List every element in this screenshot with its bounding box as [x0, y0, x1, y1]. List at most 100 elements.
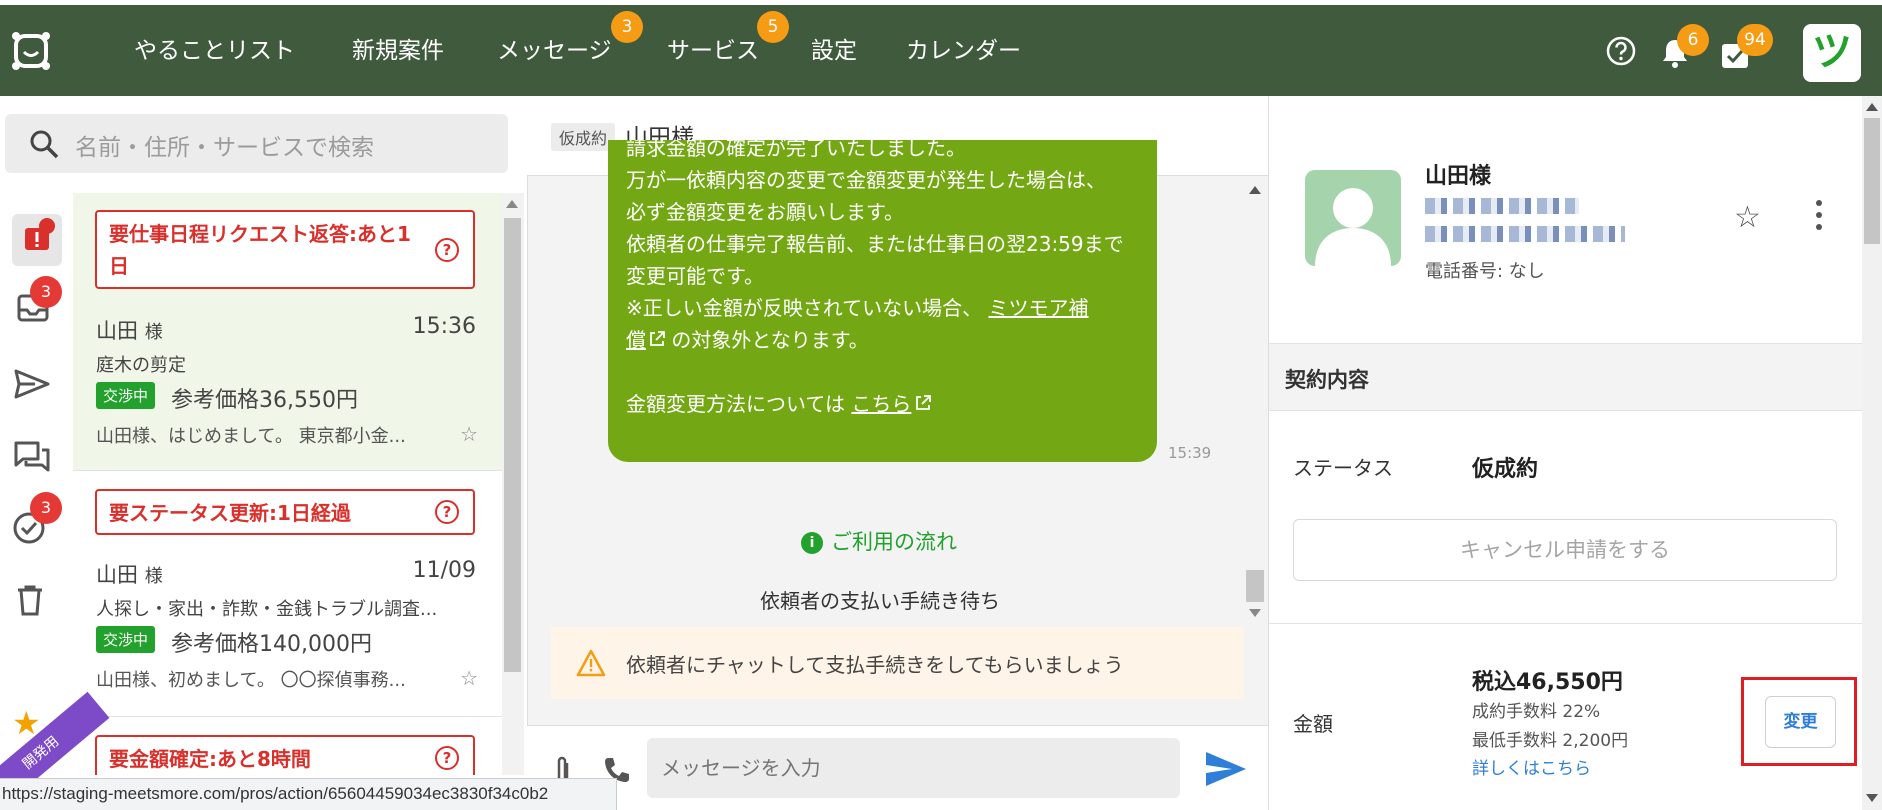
- search-input[interactable]: 名前・住所・サービスで検索: [5, 114, 508, 173]
- top-navigation-bar: やることリスト 新規案件 メッセージ 3 サービス 5 設定 カレンダー 6 9…: [0, 5, 1882, 96]
- chat-scroll-down-icon[interactable]: [1249, 609, 1261, 617]
- usage-flow-link[interactable]: i ご利用の流れ: [801, 526, 957, 556]
- person-placeholder-icon: [1315, 188, 1391, 266]
- messages-badge: 3: [611, 11, 643, 43]
- message-line: 依頼者の仕事完了報告前、または仕事日の翌23:59まで: [626, 232, 1124, 256]
- request-card[interactable]: 要ステータス更新:1日経過 ? 山田 様 11/09 人探し・家出・詐欺・金銭ト…: [73, 471, 502, 717]
- nav-messages[interactable]: メッセージ: [497, 35, 612, 67]
- warning-triangle-icon: [576, 649, 606, 677]
- message-line: ※正しい金額が反映されていない場合、 ミツモア補: [626, 292, 1146, 324]
- more-options-icon[interactable]: [1816, 200, 1822, 230]
- redacted-address-text: [1425, 198, 1579, 214]
- message-input[interactable]: [647, 738, 1180, 798]
- nav-todo-list[interactable]: やることリスト: [134, 35, 295, 67]
- message-text: 金額変更方法については: [626, 392, 852, 416]
- section-divider: [1269, 623, 1862, 624]
- nav-new-requests[interactable]: 新規案件: [352, 35, 444, 67]
- scroll-up-arrow-icon[interactable]: [506, 200, 518, 208]
- favorite-customer-star-icon[interactable]: ☆: [1734, 200, 1761, 235]
- sent-icon[interactable]: [14, 368, 50, 400]
- alert-text: 要金額確定:あと8時間: [109, 747, 311, 771]
- nav-settings[interactable]: 設定: [811, 35, 857, 67]
- card-service: 庭木の剪定: [96, 355, 186, 376]
- panel-scroll-up-icon[interactable]: [1866, 103, 1878, 111]
- alert-banner: 要ステータス更新:1日経過 ?: [95, 489, 475, 535]
- customer-name-heading: 山田様: [1425, 164, 1492, 189]
- nav-calendar[interactable]: カレンダー: [906, 35, 1021, 67]
- alert-text: 要ステータス更新:1日経過: [109, 501, 351, 525]
- warning-text: 依頼者にチャットして支払手続きをしてもらいましょう: [626, 653, 1124, 677]
- send-icon[interactable]: [1204, 750, 1248, 788]
- cancel-request-button[interactable]: キャンセル申請をする: [1293, 519, 1837, 581]
- mitsumore-guarantee-link[interactable]: 償: [626, 328, 646, 352]
- trash-icon[interactable]: [16, 584, 44, 616]
- warning-banner: 依頼者にチャットして支払手続きをしてもらいましょう: [551, 627, 1244, 699]
- app-logo-icon[interactable]: [10, 30, 52, 72]
- waiting-status-text: 依頼者の支払い手続き待ち: [760, 589, 1000, 613]
- card-preview: 山田様、初めまして。 〇〇探偵事務...: [96, 670, 406, 691]
- status-tag: 交渉中: [96, 626, 156, 653]
- change-method-link[interactable]: こちら: [851, 392, 911, 416]
- card-time: 11/09: [412, 558, 476, 583]
- chat-scrollbar-thumb[interactable]: [1246, 570, 1264, 602]
- message-line: 必ず金額変更をお願いします。: [626, 200, 904, 224]
- mitsumore-guarantee-link[interactable]: ミツモア補: [989, 296, 1089, 320]
- alert-banner: 要金額確定:あと8時間 ?: [95, 735, 475, 775]
- fee-details-link[interactable]: 詳しくはこちら: [1472, 754, 1591, 779]
- message-line: 請求金額の確定が完了いたしました。: [626, 140, 966, 160]
- help-circle-icon[interactable]: ?: [435, 237, 459, 262]
- panel-scroll-down-icon[interactable]: [1866, 794, 1878, 802]
- customer-name: 山田 様: [96, 315, 163, 345]
- left-icon-rail: 3 3: [0, 96, 73, 810]
- request-list: 要仕事日程リクエスト返答:あと1日 ? 山田 様 15:36 庭木の剪定 交渉中…: [73, 193, 502, 775]
- customer-phone: 電話番号: なし: [1425, 261, 1545, 282]
- tasks-badge: 94: [1737, 24, 1773, 56]
- contract-status-tag: 仮成約: [551, 123, 616, 151]
- customer-name: 山田 様: [96, 559, 163, 589]
- favorite-star-icon[interactable]: ☆: [460, 666, 478, 690]
- message-line: 償 の対象外となります。: [626, 324, 1146, 356]
- status-tag: 交渉中: [96, 382, 156, 409]
- customer-name-text: 山田: [96, 563, 138, 587]
- message-line: 万が一依頼内容の変更で金額変更が発生した場合は、: [626, 168, 1106, 192]
- customer-avatar: [1305, 170, 1401, 266]
- chat-scroll-up-icon[interactable]: [1249, 186, 1261, 194]
- request-card[interactable]: 要仕事日程リクエスト返答:あと1日 ? 山田 様 15:36 庭木の剪定 交渉中…: [73, 193, 502, 471]
- message-composer: [527, 725, 1268, 810]
- info-icon: i: [801, 532, 823, 554]
- customer-honorific: 様: [144, 322, 163, 343]
- help-circle-icon[interactable]: ?: [435, 500, 459, 524]
- help-circle-icon[interactable]: ?: [435, 746, 459, 770]
- fee-rate-text: 成約手数料 22%: [1472, 702, 1601, 722]
- redacted-detail-text: [1425, 226, 1625, 242]
- request-card[interactable]: 要金額確定:あと8時間 ?: [73, 717, 502, 775]
- action-required-icon[interactable]: [12, 214, 62, 266]
- change-amount-button[interactable]: 変更: [1765, 696, 1836, 748]
- user-avatar[interactable]: ツ: [1803, 24, 1861, 82]
- list-scrollbar-thumb[interactable]: [504, 218, 521, 672]
- chat-threads-icon[interactable]: [14, 440, 50, 474]
- message-text: の対象外となります。: [665, 328, 869, 352]
- nav-services[interactable]: サービス: [667, 35, 759, 67]
- avatar-letter: ツ: [1812, 29, 1852, 75]
- inbox-badge: 3: [30, 276, 62, 308]
- contract-section-header: 契約内容: [1269, 343, 1862, 411]
- help-icon[interactable]: [1605, 35, 1637, 67]
- status-value: 仮成約: [1472, 457, 1539, 482]
- message-time: 15:39: [1168, 444, 1212, 462]
- external-link-icon[interactable]: [915, 395, 932, 411]
- services-badge: 5: [757, 11, 789, 43]
- favorite-star-icon[interactable]: ☆: [460, 422, 478, 446]
- chat-scrollbar[interactable]: [1244, 176, 1264, 626]
- completed-badge: 3: [30, 492, 62, 524]
- alert-text: 要仕事日程リクエスト返答:あと1日: [109, 222, 411, 278]
- search-icon: [30, 130, 59, 159]
- message-line: 金額変更方法については こちら: [626, 388, 1146, 420]
- amount-value: 税込46,550円: [1472, 670, 1623, 695]
- message-bubble: 請求金額の確定が完了いたしました。 万が一依頼内容の変更で金額変更が発生した場合…: [608, 140, 1157, 462]
- card-price: 参考価格36,550円: [171, 388, 358, 413]
- external-link-icon[interactable]: [649, 331, 665, 347]
- message-text: ※正しい金額が反映されていない場合、: [626, 296, 983, 320]
- panel-scrollbar-thumb[interactable]: [1864, 118, 1880, 244]
